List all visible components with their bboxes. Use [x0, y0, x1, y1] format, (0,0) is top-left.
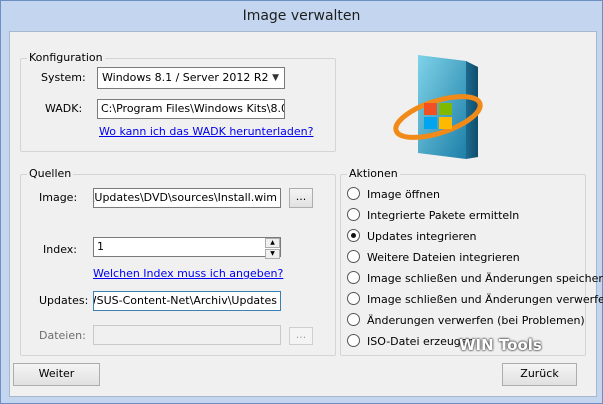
radio-pakete-ermitteln[interactable]: Integrierte Pakete ermitteln: [347, 208, 519, 224]
radio-button-icon[interactable]: [347, 313, 360, 326]
radio-button-icon[interactable]: [347, 334, 360, 347]
wadk-download-link[interactable]: Wo kann ich das WADK herunterladen?: [99, 125, 313, 139]
radio-iso-erzeugen[interactable]: ISO-Datei erzeugen: [347, 334, 475, 350]
image-verwalten-window: Image verwalten Konfiguration System: Wi…: [0, 0, 603, 404]
radio-label: Image schließen und Änderungen speichern: [367, 272, 603, 285]
dateien-browse-button[interactable]: ...: [289, 327, 313, 345]
wadk-label: WADK:: [45, 102, 83, 115]
system-label: System:: [41, 71, 86, 84]
konfiguration-group: Konfiguration System: Windows 8.1 / Serv…: [20, 51, 336, 152]
radio-aenderungen-verwerfen[interactable]: Änderungen verwerfen (bei Problemen): [347, 313, 585, 329]
radio-image-oeffnen[interactable]: Image öffnen: [347, 187, 440, 203]
updates-label: Updates:: [39, 294, 89, 307]
system-select[interactable]: Windows 8.1 / Server 2012 R2 ▼: [97, 67, 285, 89]
image-path-value: rhiv\Updates\DVD\sources\Install.wim: [93, 191, 277, 204]
radio-button-icon[interactable]: [347, 208, 360, 221]
dateien-label: Dateien:: [39, 329, 86, 342]
radio-label: Image öffnen: [367, 188, 440, 201]
radio-schliessen-speichern[interactable]: Image schließen und Änderungen speichern: [347, 271, 603, 287]
zurueck-button[interactable]: Zurück: [502, 363, 577, 386]
radio-label: Weitere Dateien integrieren: [367, 251, 520, 264]
windows-box-logo-icon: [388, 47, 488, 167]
konfiguration-legend: Konfiguration: [27, 51, 105, 65]
aktionen-group: Aktionen Image öffnen Integrierte Pakete…: [340, 167, 603, 356]
image-browse-button[interactable]: ...: [289, 188, 313, 208]
dateien-input[interactable]: [93, 325, 281, 345]
quellen-legend: Quellen: [27, 167, 74, 181]
radio-button-selected-icon[interactable]: [347, 229, 360, 242]
index-input[interactable]: 1: [93, 237, 281, 257]
radio-button-icon[interactable]: [347, 250, 360, 263]
radio-schliessen-verwerfen[interactable]: Image schließen und Änderungen verwerfen: [347, 292, 603, 308]
spin-up-icon[interactable]: ▲: [265, 238, 280, 248]
index-spinner[interactable]: ▲ ▼: [265, 238, 280, 259]
aktionen-legend: Aktionen: [347, 167, 400, 181]
radio-dateien-integrieren[interactable]: Weitere Dateien integrieren: [347, 250, 520, 266]
system-select-value: Windows 8.1 / Server 2012 R2: [102, 71, 269, 84]
radio-button-icon[interactable]: [347, 271, 360, 284]
updates-path-input[interactable]: t-WSUS-Content-Net\Archiv\Updates: [93, 291, 281, 311]
index-label: Index:: [43, 243, 77, 256]
win-tools-watermark: WIN Tools: [459, 336, 542, 354]
radio-button-icon[interactable]: [347, 292, 360, 305]
window-title: Image verwalten: [242, 8, 361, 24]
radio-label: Integrierte Pakete ermitteln: [367, 209, 520, 222]
index-help-link[interactable]: Welchen Index muss ich angeben?: [93, 267, 283, 281]
dialog-client: Konfiguration System: Windows 8.1 / Serv…: [9, 31, 603, 397]
image-label: Image:: [39, 191, 78, 204]
weiter-button[interactable]: Weiter: [13, 363, 100, 386]
radio-label: Änderungen verwerfen (bei Problemen): [367, 314, 585, 327]
quellen-group: Quellen Image: rhiv\Updates\DVD\sources\…: [20, 167, 336, 356]
radio-updates-integrieren[interactable]: Updates integrieren: [347, 229, 477, 245]
radio-label: Updates integrieren: [367, 230, 477, 243]
image-path-input[interactable]: rhiv\Updates\DVD\sources\Install.wim: [93, 188, 281, 208]
radio-label: Image schließen und Änderungen verwerfen: [367, 293, 603, 306]
spin-down-icon[interactable]: ▼: [265, 249, 280, 259]
updates-path-value: t-WSUS-Content-Net\Archiv\Updates: [93, 294, 277, 307]
chevron-down-icon: ▼: [272, 73, 279, 83]
radio-button-icon[interactable]: [347, 187, 360, 200]
wadk-input[interactable]: C:\Program Files\Windows Kits\8.0: [97, 99, 285, 119]
